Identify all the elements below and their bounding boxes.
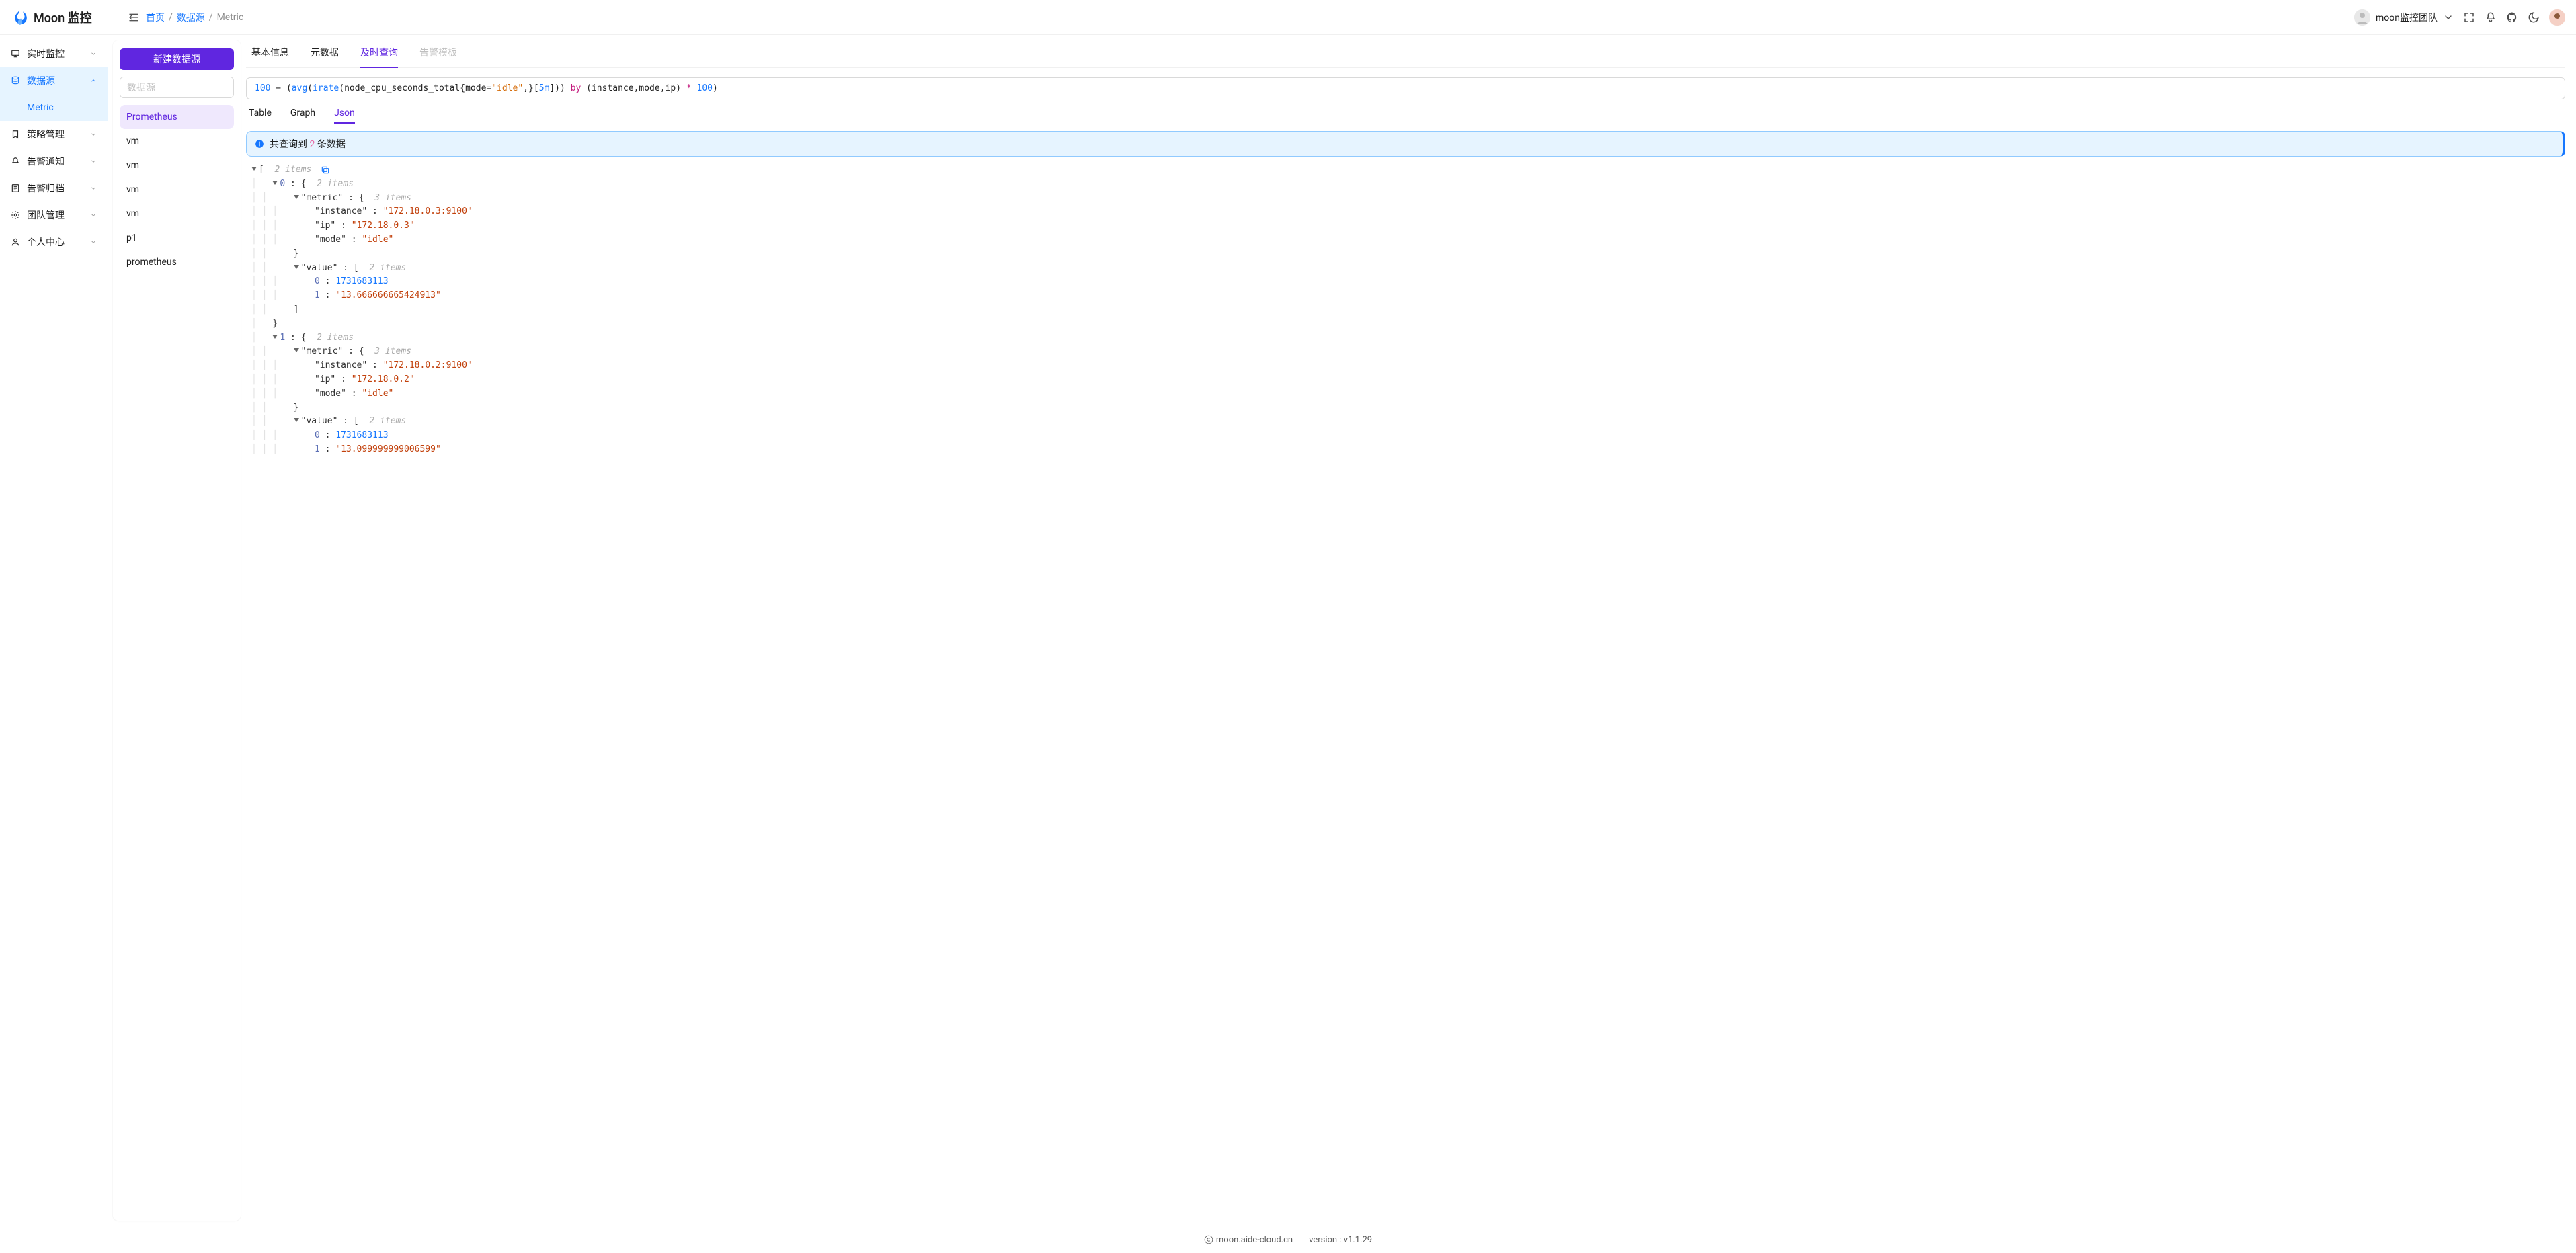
- main-content: 基本信息 元数据 及时查询 告警模板 100 − (avg(irate(node…: [241, 35, 2576, 1226]
- github-icon[interactable]: [2506, 11, 2518, 24]
- fullscreen-icon[interactable]: [2463, 11, 2475, 24]
- tab-meta[interactable]: 元数据: [311, 46, 339, 67]
- header: Moon 监控 首页 / 数据源 / Metric moon监控团队: [0, 0, 2576, 35]
- query-input[interactable]: 100 − (avg(irate(node_cpu_seconds_total{…: [246, 77, 2565, 99]
- chevron-down-icon: [90, 131, 97, 138]
- moon-icon[interactable]: [2528, 11, 2540, 24]
- breadcrumb-home[interactable]: 首页: [146, 11, 165, 24]
- datasource-panel: 新建数据源 Prometheus vm vm vm vm p1 promethe…: [113, 40, 241, 1221]
- chevron-down-icon: [90, 239, 97, 245]
- footer-version: version : v1.1.29: [1309, 1235, 1372, 1245]
- footer-site: moon.aide-cloud.cn: [1204, 1235, 1293, 1245]
- tab-template: 告警模板: [419, 46, 457, 67]
- monitor-icon: [11, 49, 20, 58]
- copy-icon[interactable]: [321, 165, 330, 175]
- sidebar-subitem-metric[interactable]: Metric: [0, 94, 108, 121]
- info-icon: [255, 139, 264, 149]
- chevron-down-icon: [90, 212, 97, 218]
- alert-text: 共查询到 2 条数据: [270, 137, 346, 151]
- chevron-down-icon: [90, 158, 97, 165]
- sidebar-item-datasource[interactable]: 数据源: [0, 67, 108, 94]
- subtab-graph[interactable]: Graph: [290, 108, 315, 124]
- team-name: moon监控团队: [2376, 11, 2438, 24]
- datasource-item[interactable]: vm: [120, 153, 234, 177]
- search-input[interactable]: [120, 77, 234, 97]
- tab-query[interactable]: 及时查询: [360, 46, 398, 67]
- datasource-list: Prometheus vm vm vm vm p1 prometheus: [120, 105, 234, 274]
- sidebar-item-monitor[interactable]: 实时监控: [0, 40, 108, 67]
- bell-icon[interactable]: [2485, 11, 2497, 24]
- datasource-item[interactable]: prometheus: [120, 250, 234, 274]
- sidebar-item-team[interactable]: 团队管理: [0, 202, 108, 229]
- datasource-item[interactable]: Prometheus: [120, 105, 234, 129]
- sidebar-item-alert[interactable]: 告警通知: [0, 148, 108, 175]
- menu-fold-icon[interactable]: [128, 12, 139, 23]
- breadcrumb-datasource[interactable]: 数据源: [177, 11, 205, 24]
- database-icon: [11, 76, 20, 85]
- result-tabs: Table Graph Json: [246, 99, 2565, 124]
- datasource-item[interactable]: vm: [120, 177, 234, 202]
- sidebar: 实时监控 数据源 Metric 策略管理 告警通知 告警归档 团队管: [0, 35, 108, 1226]
- user-icon: [11, 237, 20, 247]
- breadcrumb-wrap: 首页 / 数据源 / Metric: [128, 11, 243, 24]
- sidebar-item-personal[interactable]: 个人中心: [0, 229, 108, 255]
- breadcrumb-current: Metric: [217, 12, 244, 23]
- chevron-down-icon: [2443, 12, 2454, 23]
- datasource-item[interactable]: p1: [120, 226, 234, 250]
- chevron-down-icon: [90, 185, 97, 192]
- datasource-item[interactable]: vm: [120, 202, 234, 226]
- sidebar-item-archive[interactable]: 告警归档: [0, 175, 108, 202]
- chevron-down-icon: [90, 50, 97, 57]
- result-alert: 共查询到 2 条数据: [246, 131, 2565, 157]
- archive-icon: [11, 184, 20, 193]
- team-avatar: [2354, 9, 2370, 26]
- new-datasource-button[interactable]: 新建数据源: [120, 48, 234, 70]
- json-viewer[interactable]: [ 2 items │ 0 : { 2 items │ │ "metric" :…: [246, 157, 2565, 1221]
- datasource-item[interactable]: vm: [120, 129, 234, 153]
- team-selector[interactable]: moon监控团队: [2354, 9, 2454, 26]
- breadcrumb: 首页 / 数据源 / Metric: [146, 11, 243, 24]
- bell-icon: [11, 157, 20, 166]
- app-title: Moon 监控: [34, 9, 92, 26]
- user-avatar[interactable]: [2549, 9, 2565, 26]
- header-right: moon监控团队: [2354, 9, 2565, 26]
- main-tabs: 基本信息 元数据 及时查询 告警模板: [246, 40, 2565, 68]
- footer: moon.aide-cloud.cn version : v1.1.29: [0, 1226, 2576, 1253]
- datasource-search: [120, 77, 234, 98]
- flame-icon: [11, 9, 28, 26]
- subtab-table[interactable]: Table: [249, 108, 272, 124]
- logo[interactable]: Moon 监控: [11, 9, 118, 26]
- tab-basic[interactable]: 基本信息: [251, 46, 289, 67]
- subtab-json[interactable]: Json: [334, 108, 355, 124]
- chevron-up-icon: [90, 77, 97, 84]
- sidebar-item-strategy[interactable]: 策略管理: [0, 121, 108, 148]
- gear-icon: [11, 210, 20, 220]
- bookmark-icon: [11, 130, 20, 139]
- copyright-icon: [1204, 1235, 1213, 1244]
